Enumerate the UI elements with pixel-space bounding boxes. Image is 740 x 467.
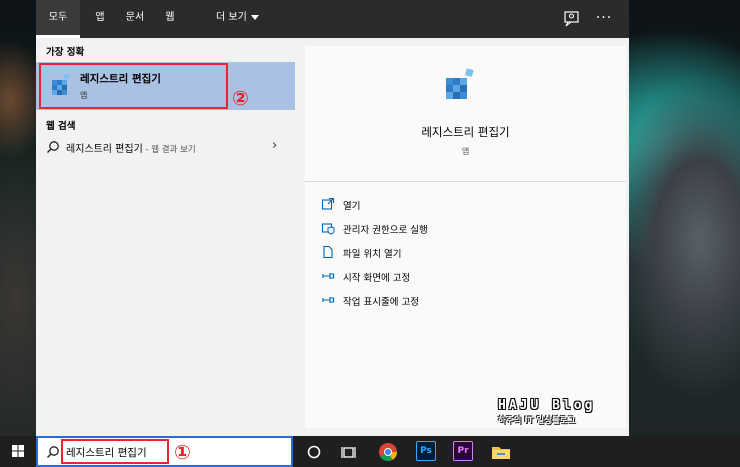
action-open-file-location[interactable]: 파일 위치 열기: [321, 244, 521, 264]
chevron-right-icon[interactable]: ›: [272, 138, 277, 153]
action-open-file-location-label: 파일 위치 열기: [343, 249, 402, 260]
detail-pane: 레지스트리 편집기 앱 열기 관리자 권한으로 실행 파일 위치 열기 시작 화…: [305, 46, 626, 428]
chevron-down-icon: [250, 14, 259, 20]
open-icon: [321, 197, 335, 211]
feedback-icon[interactable]: [562, 9, 582, 29]
file-explorer-icon[interactable]: [490, 441, 512, 463]
chrome-icon[interactable]: [377, 441, 399, 463]
windows-logo-icon: [12, 445, 24, 457]
web-search-heading: 웹 검색: [46, 121, 76, 132]
annotation-box-1: [61, 439, 169, 464]
cortana-icon[interactable]: [303, 441, 325, 463]
annotation-box-2: [39, 63, 228, 109]
search-icon: [46, 140, 60, 154]
web-result-query: 레지스트리 편집기: [66, 144, 143, 155]
web-search-result[interactable]: 레지스트리 편집기 - 웹 결과 보기 ›: [36, 136, 295, 160]
search-icon: [46, 445, 60, 459]
action-pin-to-taskbar-label: 작업 표시줄에 고정: [343, 297, 419, 308]
registry-editor-large-icon: [442, 66, 482, 102]
premiere-icon[interactable]: Pr: [453, 441, 475, 463]
task-view-icon[interactable]: [338, 441, 360, 463]
action-pin-to-start-label: 시작 화면에 고정: [343, 273, 411, 284]
action-run-as-admin-label: 관리자 권한으로 실행: [343, 225, 428, 236]
tab-documents[interactable]: 문서: [120, 0, 150, 38]
blog-watermark: HAJU Blog 하주의 IT 일상블로그: [498, 398, 624, 426]
detail-title: 레지스트리 편집기: [421, 125, 510, 139]
file-location-icon: [321, 245, 335, 259]
action-pin-to-taskbar[interactable]: 작업 표시줄에 고정: [321, 292, 521, 312]
action-open-label: 열기: [343, 201, 361, 212]
pin-icon: [321, 293, 335, 307]
tab-all[interactable]: 모두: [36, 0, 80, 38]
tab-more[interactable]: 더 보기: [216, 0, 278, 38]
web-result-hint: - 웹 결과 보기: [142, 145, 196, 155]
action-open[interactable]: 열기: [321, 196, 521, 216]
premiere-label: Pr: [453, 441, 473, 461]
best-match-heading: 가장 정확: [46, 47, 85, 58]
filter-tab-bar: 모두 앱 문서 웹 더 보기 ···: [36, 0, 629, 38]
watermark-subtitle: 하주의 IT 일상블로그: [498, 416, 576, 426]
start-button[interactable]: [0, 436, 36, 467]
annotation-step-2: ②: [232, 86, 249, 110]
more-options-icon[interactable]: ···: [594, 9, 614, 29]
pin-icon: [321, 269, 335, 283]
divider: [305, 181, 626, 182]
photoshop-label: Ps: [416, 441, 436, 461]
tab-apps[interactable]: 앱: [88, 0, 112, 38]
tab-more-label: 더 보기: [216, 12, 247, 23]
web-result-text: 레지스트리 편집기 - 웹 결과 보기: [66, 140, 196, 155]
annotation-step-1: ①: [174, 440, 191, 464]
tab-web[interactable]: 웹: [160, 0, 180, 38]
watermark-title: HAJU Blog: [498, 398, 596, 413]
action-pin-to-start[interactable]: 시작 화면에 고정: [321, 268, 521, 288]
photoshop-icon[interactable]: Ps: [416, 441, 438, 463]
detail-subtitle: 앱: [461, 147, 470, 156]
action-run-as-admin[interactable]: 관리자 권한으로 실행: [321, 220, 521, 240]
shield-run-icon: [321, 221, 335, 235]
